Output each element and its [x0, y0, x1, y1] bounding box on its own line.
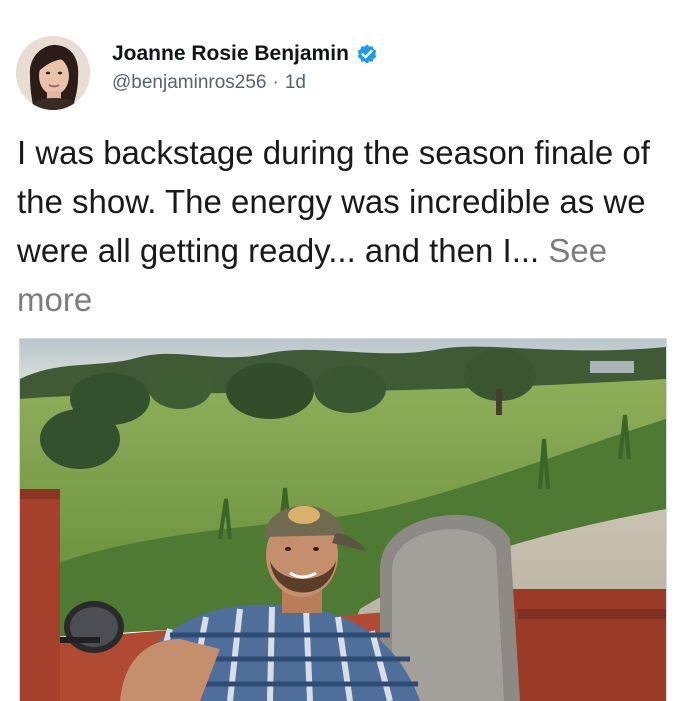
- name-row: Joanne Rosie Benjamin: [112, 40, 379, 68]
- author-identity: Joanne Rosie Benjamin @benjaminros256 · …: [112, 40, 379, 94]
- verified-badge-icon: [355, 42, 379, 66]
- tweet-header: Joanne Rosie Benjamin @benjaminros256 · …: [16, 36, 684, 116]
- meta-row: @benjaminros256 · 1d: [112, 72, 379, 94]
- avatar-photo-icon: [16, 36, 90, 110]
- tweet-body: I was backstage during the season finale…: [17, 128, 677, 324]
- author-handle[interactable]: @benjaminros256: [112, 72, 267, 94]
- tweet-media-photo[interactable]: [19, 338, 667, 701]
- tweet-timestamp[interactable]: 1d: [285, 72, 306, 94]
- meta-separator: ·: [272, 72, 279, 93]
- photo-man-in-red-truck-icon: [20, 339, 666, 701]
- author-avatar[interactable]: [16, 36, 90, 110]
- author-display-name[interactable]: Joanne Rosie Benjamin: [112, 42, 349, 66]
